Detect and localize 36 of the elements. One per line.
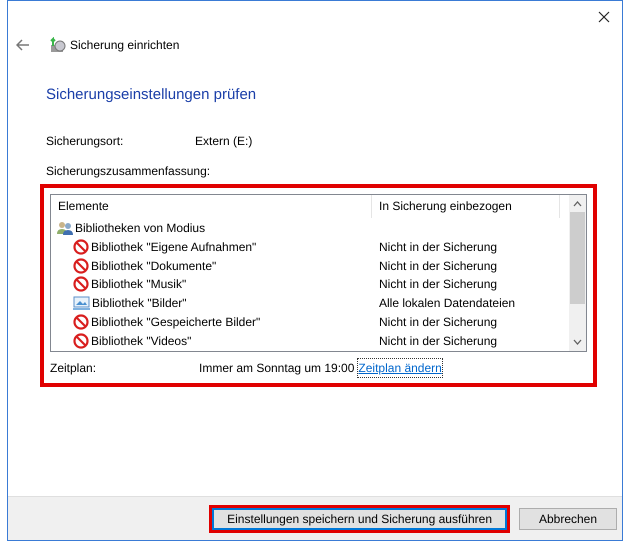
prohibited-icon [73, 258, 89, 274]
dialog-button[interactable]: Abbrechen [519, 508, 617, 530]
window-title: Sicherung einrichten [70, 37, 180, 54]
table-cell-text: Nicht in der Sicherung [378, 258, 498, 275]
back-icon[interactable] [16, 38, 32, 52]
list-item[interactable]: Bibliothek "Videos" [91, 332, 192, 350]
scroll-thumb[interactable] [570, 212, 585, 304]
column-header[interactable]: Elemente [51, 194, 372, 218]
field-label: Sicherungsort: [46, 132, 124, 150]
column-header[interactable]: In Sicherung einbezogen [372, 194, 560, 218]
table-cell-text: Nicht in der Sicherung [378, 333, 498, 350]
list-item[interactable]: Bibliothek "Gespeicherte Bilder" [91, 313, 260, 332]
section-label: Sicherungszusammenfassung: [46, 162, 212, 180]
backup-icon [50, 37, 66, 53]
people-icon [57, 220, 73, 235]
prohibited-icon [73, 314, 89, 330]
table-cell-text: Alle lokalen Datendateien [378, 295, 516, 312]
list-item[interactable]: Bibliothek "Dokumente" [91, 256, 216, 275]
change-schedule-link[interactable]: Zeitplan ändern [358, 358, 442, 376]
field-value: Extern (E:) [195, 132, 252, 150]
table-cell-text: Nicht in der Sicherung [378, 314, 498, 332]
table-cell-text: Nicht in der Sicherung [378, 238, 498, 256]
prohibited-icon [73, 333, 89, 350]
list-item[interactable]: Bibliotheken von Modius [75, 218, 206, 237]
dialog-button[interactable]: Einstellungen speichern und Sicherung ausführen [212, 508, 507, 530]
list-item[interactable]: Bibliothek "Eigene Aufnahmen" [91, 238, 256, 256]
list-item[interactable]: Bibliothek "Musik" [91, 275, 186, 294]
field-value: Immer am Sonntag um 19:00 [199, 360, 354, 376]
picture-library-icon [73, 296, 90, 310]
field-label: Zeitplan: [50, 360, 98, 376]
list-item[interactable]: Bibliothek "Bilder" [92, 294, 187, 312]
scrollbar[interactable] [569, 194, 586, 350]
table-cell-text: Nicht in der Sicherung [378, 276, 498, 294]
prohibited-icon [73, 276, 89, 292]
page-heading: Sicherungseinstellungen prüfen [46, 85, 258, 105]
prohibited-icon [73, 238, 89, 255]
